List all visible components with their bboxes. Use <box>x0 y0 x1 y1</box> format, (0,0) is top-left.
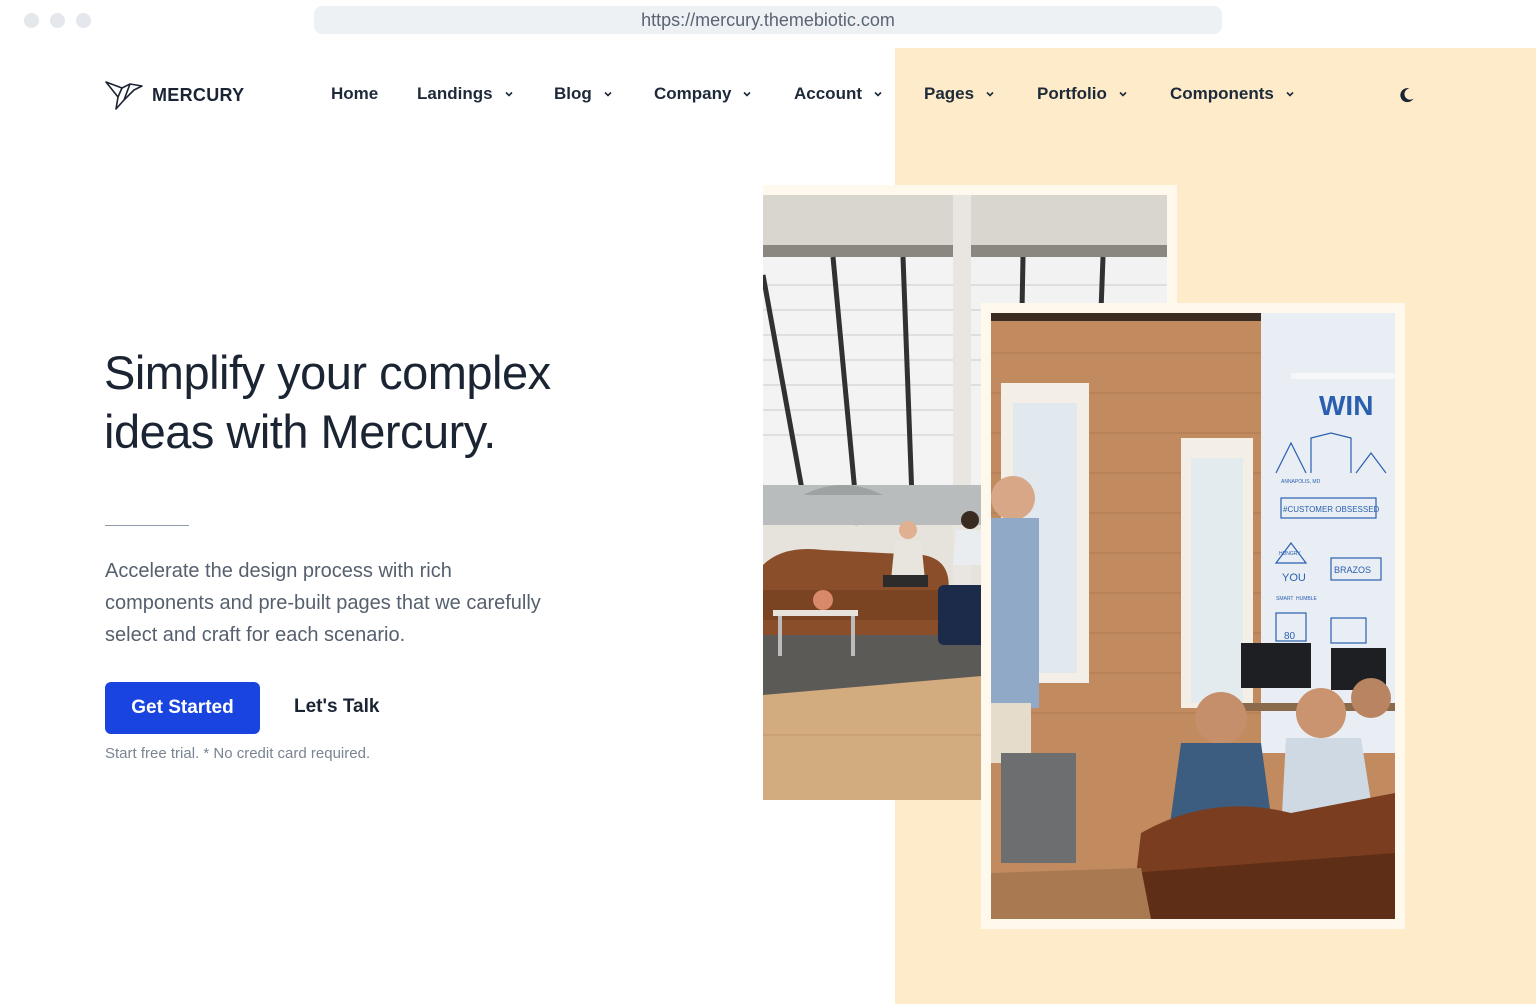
trial-note: Start free trial. * No credit card requi… <box>105 745 371 762</box>
window-maximize-dot[interactable] <box>76 13 91 28</box>
nav-item-company[interactable]: Company <box>654 84 753 104</box>
nav-item-account[interactable]: Account <box>794 84 884 104</box>
address-bar[interactable]: https://mercury.themebiotic.com <box>314 6 1222 34</box>
mural-smart-text: SMART <box>1276 596 1293 602</box>
nav-item-label: Pages <box>924 84 975 103</box>
nav-item-home[interactable]: Home <box>331 84 378 104</box>
nav-item-label: Home <box>331 84 379 103</box>
nav-item-label: Portfolio <box>1037 84 1107 103</box>
chevron-down-icon <box>1286 91 1294 97</box>
nav-item-label: Components <box>1170 84 1274 103</box>
mural-you-text: YOU <box>1282 572 1306 584</box>
chevron-down-icon <box>986 91 994 97</box>
brand-name: MERCURY <box>152 84 245 105</box>
address-bar-url: https://mercury.themebiotic.com <box>641 9 895 30</box>
hero-lead: Accelerate the design process with rich … <box>105 555 575 651</box>
mural-annapolis-text: ANNAPOLIS, MD <box>1281 479 1321 485</box>
get-started-button[interactable]: Get Started <box>105 682 260 734</box>
hero-headline: Simplify your complex ideas with Mercury… <box>104 343 624 461</box>
team-meeting-photo: WIN ANNAPOLIS, MD #CUSTOMER OBSESSED HUN… <box>991 313 1395 919</box>
window-minimize-dot[interactable] <box>50 13 65 28</box>
window-close-dot[interactable] <box>24 13 39 28</box>
nav-item-pages[interactable]: Pages <box>924 84 996 104</box>
chevron-down-icon <box>504 91 513 97</box>
nav-item-blog[interactable]: Blog <box>554 84 614 104</box>
nav-item-label: Blog <box>554 84 592 103</box>
nav-item-landings[interactable]: Landings <box>417 84 515 104</box>
brand-logo-link[interactable]: MERCURY <box>104 78 244 112</box>
window-controls <box>24 13 91 28</box>
hero-headline-line-1: Simplify your complex <box>104 346 551 399</box>
chevron-down-icon <box>743 91 752 97</box>
chevron-down-icon <box>1119 91 1127 97</box>
hero-lead-line-2: components and pre-built pages that we c… <box>105 592 541 614</box>
hero-lead-line-3: select and craft for each scenario. <box>105 624 406 646</box>
nav-item-components[interactable]: Components <box>1170 84 1296 104</box>
nav-item-label: Landings <box>417 84 493 103</box>
nav-item-label: Account <box>794 84 862 103</box>
nav-item-portfolio[interactable]: Portfolio <box>1037 84 1129 104</box>
mural-brazos-text: BRAZOS <box>1334 565 1371 575</box>
mural-number-text: 80 <box>1284 631 1296 642</box>
mural-customer-text: #CUSTOMER OBSESSED <box>1283 505 1380 514</box>
lets-talk-button[interactable]: Let's Talk <box>294 696 379 718</box>
moon-icon[interactable] <box>1398 86 1416 104</box>
hero-lead-line-1: Accelerate the design process with rich <box>105 560 452 582</box>
nav-item-label: Company <box>654 84 732 103</box>
mural-win-text: WIN <box>1319 390 1373 421</box>
bird-logo-icon <box>105 81 143 110</box>
chevron-down-icon <box>874 91 882 97</box>
hero-headline-line-2: ideas with Mercury. <box>104 405 496 458</box>
hero-divider <box>105 525 189 526</box>
mural-hungry-text: HUNGRY <box>1279 551 1301 557</box>
chevron-down-icon <box>604 91 612 97</box>
mural-humble-text: HUMBLE <box>1296 596 1318 602</box>
